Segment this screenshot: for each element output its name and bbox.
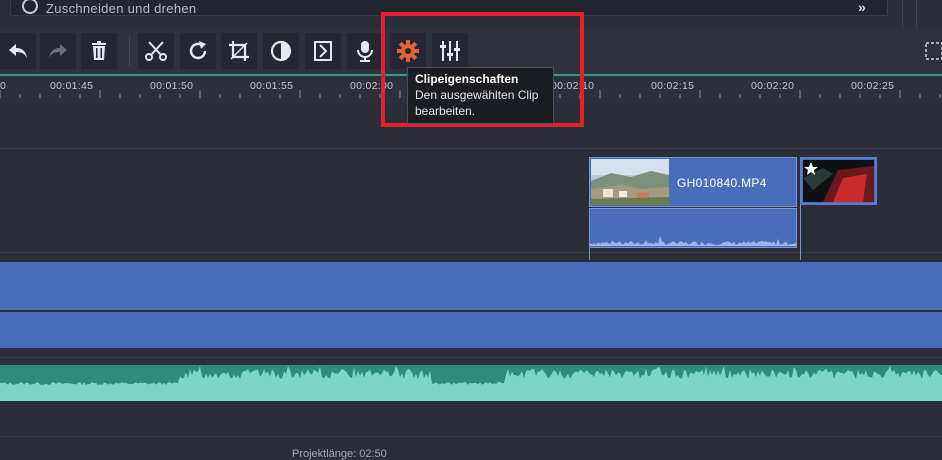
undo-button[interactable]	[0, 33, 36, 69]
clip-waveform-graphic	[590, 235, 796, 246]
fullscreen-icon	[925, 42, 942, 60]
scissors-icon	[145, 41, 167, 61]
panel-divider	[916, 0, 917, 28]
project-length: Projektlänge: 02:50	[292, 448, 387, 460]
tooltip: Clipeigenschaften Den ausgewählten Clip …	[407, 67, 554, 124]
blue-track-clip[interactable]	[0, 262, 942, 310]
double-chevron-right-icon[interactable]: »	[858, 0, 866, 15]
clip-thumbnail	[591, 159, 669, 205]
tooltip-title: Clipeigenschaften	[415, 72, 519, 86]
crop-icon	[229, 41, 249, 61]
ruler-tick-label: 00:02:25	[851, 80, 895, 92]
tooltip-line-2: bearbeiten.	[415, 104, 476, 118]
clip-name: GH010840.MP4	[677, 176, 767, 190]
bottom-status-bar	[0, 436, 942, 456]
redo-button[interactable]	[40, 33, 76, 69]
speed-button[interactable]	[305, 33, 341, 69]
delete-button[interactable]	[81, 33, 117, 69]
audio-waveform	[0, 366, 942, 401]
tooltip-description: Den ausgewählten Clip bearbeiten.	[415, 87, 546, 119]
trash-icon	[92, 41, 106, 60]
rotate-button[interactable]	[180, 33, 216, 69]
panel-divider	[902, 0, 903, 28]
contrast-icon	[270, 40, 292, 62]
crop-button[interactable]	[221, 33, 257, 69]
search-text: Zuschneiden und drehen	[46, 1, 197, 16]
track-divider	[0, 357, 942, 358]
redo-icon	[49, 44, 67, 58]
tooltip-line-1: Den ausgewählten Clip	[415, 88, 539, 102]
clip-marker	[800, 205, 801, 260]
clip2-thumbnail	[803, 160, 874, 202]
ruler-tick-label: 00:02:15	[651, 80, 695, 92]
toolbar-right-edge	[918, 33, 942, 69]
speed-bracket-icon	[314, 41, 332, 61]
rotate-icon	[189, 41, 207, 60]
ruler-tick-label: 00:01:45	[50, 80, 94, 92]
clip-marker	[589, 248, 590, 260]
ruler-tick-label: 00:01:50	[150, 80, 194, 92]
undo-icon	[9, 44, 27, 58]
toolbar-separator	[129, 36, 130, 66]
cut-button[interactable]	[138, 33, 174, 69]
ruler-tick-label: 00:02:20	[751, 80, 795, 92]
microphone-icon	[357, 41, 373, 62]
voiceover-button[interactable]	[347, 33, 383, 69]
color-button[interactable]	[263, 33, 299, 69]
ruler-tick-label: 00:01:55	[250, 80, 294, 92]
ruler-tick-label: 0	[0, 80, 7, 92]
blue-track-clip-lower[interactable]	[0, 312, 942, 348]
